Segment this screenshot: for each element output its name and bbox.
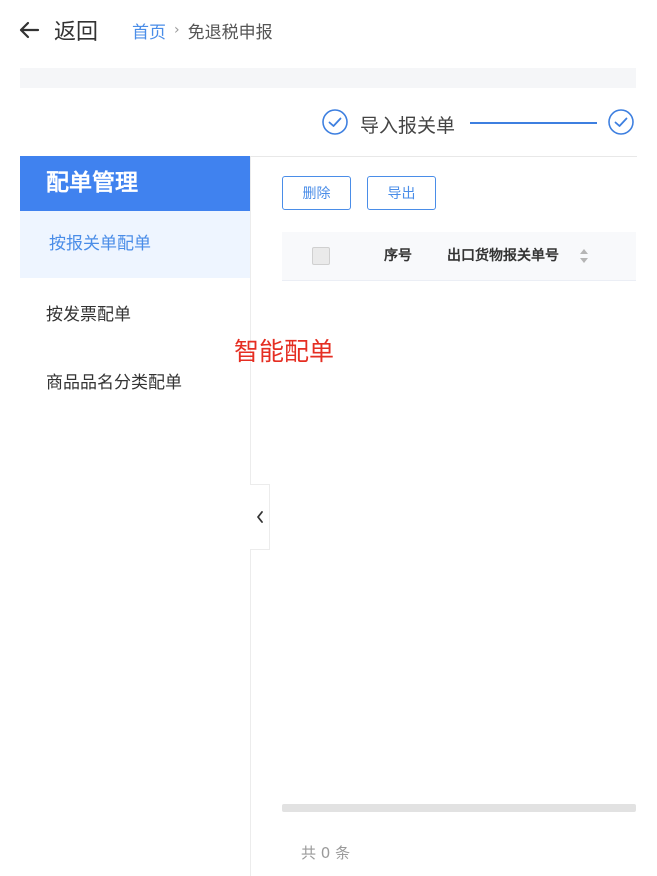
- table-header: 序号 出口货物报关单号: [282, 232, 636, 281]
- sidebar-item-customs-declaration[interactable]: 按报关单配单: [20, 211, 250, 278]
- chevron-left-icon: [256, 511, 263, 523]
- check-circle-icon: [608, 109, 634, 135]
- breadcrumb-separator: ›: [174, 22, 180, 38]
- column-header-declaration-no: 出口货物报关单号: [447, 248, 559, 264]
- horizontal-scrollbar[interactable]: [282, 804, 636, 812]
- check-circle-icon: [322, 109, 348, 135]
- step-connector: [470, 122, 597, 124]
- sort-icon[interactable]: [579, 244, 589, 268]
- collapse-sidebar-button[interactable]: [250, 484, 270, 550]
- sidebar-item-product-category[interactable]: 商品品名分类配单: [20, 350, 250, 417]
- select-all-checkbox[interactable]: [312, 247, 330, 265]
- divider: [250, 156, 637, 157]
- sidebar-title: 配单管理: [20, 156, 250, 211]
- column-header-seq: 序号: [384, 248, 412, 264]
- back-button[interactable]: 返回: [18, 14, 98, 46]
- annotation-label: 智能配单: [234, 337, 335, 366]
- back-arrow-icon: [19, 21, 40, 39]
- header-strip: [20, 68, 636, 88]
- total-count: 共 0 条: [301, 844, 351, 862]
- breadcrumb-current: 免退税申报: [187, 22, 273, 43]
- export-button[interactable]: 导出: [367, 176, 436, 210]
- step-label: 导入报关单: [360, 115, 456, 137]
- breadcrumb: 首页 › 免退税申报: [132, 18, 273, 43]
- sidebar: 配单管理 按报关单配单 按发票配单 商品品名分类配单: [20, 156, 251, 876]
- back-label: 返回: [54, 20, 99, 45]
- sidebar-item-invoice[interactable]: 按发票配单: [20, 282, 250, 349]
- delete-button[interactable]: 删除: [282, 176, 351, 210]
- breadcrumb-home-link[interactable]: 首页: [132, 18, 166, 43]
